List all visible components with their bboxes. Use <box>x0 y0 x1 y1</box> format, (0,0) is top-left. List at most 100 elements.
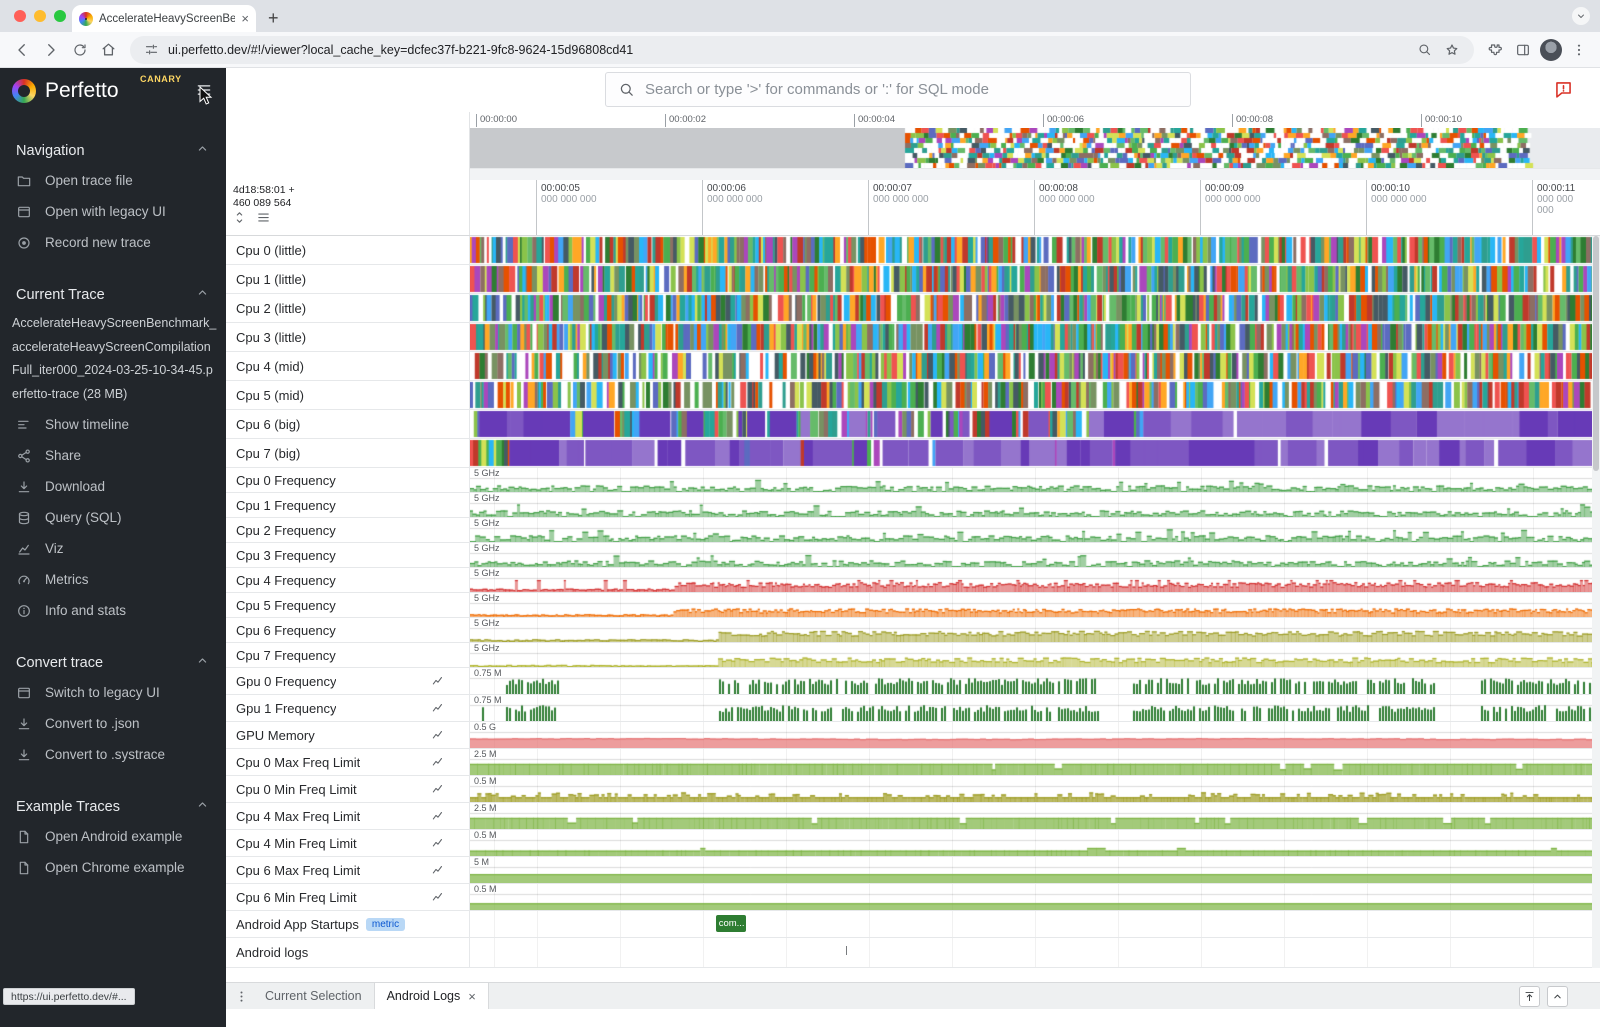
track-name[interactable]: GPU Memory <box>226 722 470 748</box>
track-name[interactable]: Cpu 5 Frequency <box>226 593 470 617</box>
track-name[interactable]: Cpu 6 Min Freq Limit <box>226 884 470 910</box>
profile-avatar[interactable] <box>1540 39 1562 61</box>
track-canvas[interactable] <box>470 618 1592 642</box>
expand-panel-button[interactable] <box>1519 986 1540 1007</box>
track-name[interactable]: Cpu 5 (mid) <box>226 381 470 409</box>
track-content[interactable]: 5 GHz <box>470 468 1592 492</box>
track-content[interactable] <box>470 265 1592 293</box>
sidebar-item-convert-to-systrace[interactable]: Convert to .systrace <box>0 739 226 770</box>
sidebar-item-share[interactable]: Share <box>0 440 226 471</box>
track-canvas[interactable] <box>470 323 1592 351</box>
track-name[interactable]: Cpu 0 Min Freq Limit <box>226 776 470 802</box>
bookmark-star-icon[interactable] <box>1442 37 1462 63</box>
overview-brush-strip[interactable] <box>470 168 1600 180</box>
track-content[interactable]: 5 GHz <box>470 543 1592 567</box>
track-content[interactable]: 5 GHz <box>470 618 1592 642</box>
sidebar-item-convert-to-json[interactable]: Convert to .json <box>0 708 226 739</box>
track-canvas[interactable] <box>470 294 1592 322</box>
minimize-window-button[interactable] <box>34 10 46 22</box>
track-content[interactable]: 0.75 M <box>470 695 1592 721</box>
track-canvas[interactable] <box>470 439 1592 467</box>
track-content[interactable]: 0.5 M <box>470 776 1592 802</box>
url-bar[interactable]: ui.perfetto.dev/#!/viewer?local_cache_ke… <box>130 36 1474 64</box>
track-canvas[interactable] <box>470 695 1592 721</box>
sidebar-item-query-sql[interactable]: Query (SQL) <box>0 502 226 533</box>
track-name[interactable]: Cpu 0 (little) <box>226 236 470 264</box>
sidebar-item-download[interactable]: Download <box>0 471 226 502</box>
browser-tab[interactable]: AccelerateHeavyScreenBenc × <box>72 5 256 32</box>
track-canvas[interactable] <box>470 803 1592 829</box>
sidebar-item-show-timeline[interactable]: Show timeline <box>0 409 226 440</box>
track-name[interactable]: Cpu 3 (little) <box>226 323 470 351</box>
kebab-menu-icon[interactable] <box>1566 37 1592 63</box>
track-name[interactable]: Gpu 0 Frequency <box>226 668 470 694</box>
sidebar-item-info-and-stats[interactable]: Info and stats <box>0 595 226 626</box>
track-canvas[interactable] <box>470 749 1592 775</box>
track-name[interactable]: Android logs <box>226 938 470 967</box>
zoom-icon[interactable] <box>1414 37 1434 63</box>
track-name[interactable]: Gpu 1 Frequency <box>226 695 470 721</box>
chevron-up-icon[interactable] <box>195 797 210 816</box>
panel-drag-handle-icon[interactable] <box>234 989 249 1004</box>
track-name[interactable]: Cpu 0 Max Freq Limit <box>226 749 470 775</box>
sidebar-item-open-chrome-example[interactable]: Open Chrome example <box>0 852 226 883</box>
track-content[interactable] <box>470 236 1592 264</box>
track-content[interactable]: 0.5 M <box>470 830 1592 856</box>
track-canvas[interactable] <box>470 722 1592 748</box>
collapse-panel-button[interactable] <box>1547 986 1568 1007</box>
search-input[interactable] <box>645 81 1178 98</box>
track-canvas[interactable] <box>470 643 1592 667</box>
fullscreen-window-button[interactable] <box>54 10 66 22</box>
track-content[interactable] <box>470 352 1592 380</box>
section-header-current-trace[interactable]: Current Trace <box>0 280 226 309</box>
sidebar-item-open-android-example[interactable]: Open Android example <box>0 821 226 852</box>
track-canvas[interactable] <box>470 518 1592 542</box>
reload-icon[interactable] <box>66 36 93 63</box>
side-panel-icon[interactable] <box>1510 37 1536 63</box>
track-name[interactable]: Cpu 1 Frequency <box>226 493 470 517</box>
unfold-tracks-icon[interactable] <box>232 210 247 230</box>
track-name[interactable]: Cpu 7 (big) <box>226 439 470 467</box>
forward-icon[interactable] <box>37 36 64 63</box>
track-canvas[interactable] <box>470 776 1592 802</box>
track-content[interactable] <box>470 410 1592 438</box>
vertical-scrollbar[interactable] <box>1592 236 1600 968</box>
ruler-ticks[interactable]: 00:00:05000 000 00000:00:06000 000 00000… <box>470 180 1592 235</box>
track-content[interactable]: 5 GHz <box>470 568 1592 592</box>
track-name[interactable]: Cpu 4 Min Freq Limit <box>226 830 470 856</box>
track-name[interactable]: Cpu 6 Frequency <box>226 618 470 642</box>
track-name[interactable]: Cpu 2 Frequency <box>226 518 470 542</box>
url-text[interactable]: ui.perfetto.dev/#!/viewer?local_cache_ke… <box>168 43 1406 57</box>
sidebar-item-open-trace-file[interactable]: Open trace file <box>0 165 226 196</box>
track-sort-icon[interactable] <box>256 210 271 230</box>
track-name[interactable]: Cpu 0 Frequency <box>226 468 470 492</box>
track-content[interactable]: 5 GHz <box>470 643 1592 667</box>
tab-close-icon[interactable]: × <box>468 990 476 1003</box>
home-icon[interactable] <box>95 36 122 63</box>
track-canvas[interactable] <box>470 568 1592 592</box>
track-name[interactable]: Cpu 7 Frequency <box>226 643 470 667</box>
track-content[interactable] <box>470 938 1592 967</box>
tab-close-icon[interactable]: × <box>241 12 249 25</box>
chevron-up-icon[interactable] <box>195 285 210 304</box>
section-header-navigation[interactable]: Navigation <box>0 136 226 165</box>
track-content[interactable]: 2.5 M <box>470 749 1592 775</box>
track-content[interactable]: 0.5 M <box>470 884 1592 910</box>
track-canvas[interactable] <box>470 410 1592 438</box>
track-name[interactable]: Cpu 3 Frequency <box>226 543 470 567</box>
overview-minimap[interactable] <box>470 128 1600 168</box>
track-content[interactable]: 2.5 M <box>470 803 1592 829</box>
track-content[interactable] <box>470 381 1592 409</box>
track-content[interactable]: 5 GHz <box>470 518 1592 542</box>
back-icon[interactable] <box>8 36 35 63</box>
track-name[interactable]: Cpu 2 (little) <box>226 294 470 322</box>
feedback-error-icon[interactable] <box>1553 79 1574 105</box>
track-content[interactable]: 5 GHz <box>470 493 1592 517</box>
section-header-example-traces[interactable]: Example Traces <box>0 792 226 821</box>
track-content[interactable]: 0.5 G <box>470 722 1592 748</box>
metric-badge[interactable]: metric <box>366 918 405 931</box>
site-settings-icon[interactable] <box>142 37 160 63</box>
track-content[interactable] <box>470 294 1592 322</box>
track-content[interactable]: 0.75 M <box>470 668 1592 694</box>
new-tab-button[interactable]: + <box>268 9 279 27</box>
